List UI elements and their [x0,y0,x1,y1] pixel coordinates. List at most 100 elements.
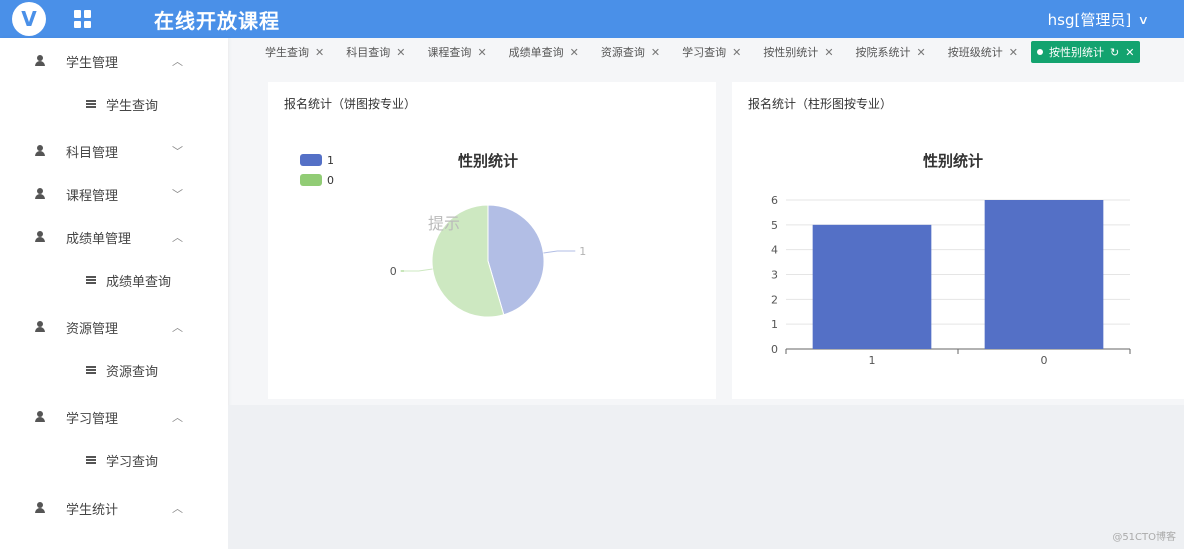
dialog-title: 提示 [428,214,461,233]
bar-chart-title: 性别统计 [923,152,983,170]
tab-bar: 学生查询 ✕ 科目查询 ✕ 课程查询 ✕ 成绩单查询 ✕ 资源查询 ✕ 学习查询 ✕ 按性别… [256,40,1184,64]
legend-swatch-0 [300,174,322,186]
grid-icon[interactable] [74,10,92,28]
sidebar-subitem-study-query[interactable]: 学习查询 [0,443,228,477]
chevron-down-icon: ﹀ [172,145,183,158]
y-tick-label-0: 0 [771,343,778,356]
user-menu[interactable]: hsg[管理员] ∨ [1047,9,1150,30]
close-icon[interactable]: ✕ [1125,46,1134,59]
sidebar-item-label: 学习管理 [66,411,119,427]
sidebar-item-label: 学生统计 [66,502,119,518]
sidebar-item-student-stats[interactable]: 学生统计 ︿ [0,491,228,525]
pie-chart-title: 性别统计 [458,152,518,170]
tab-label: 按性别统计 [1048,46,1104,59]
tab-label: 成绩单查询 [508,46,564,59]
tab-label: 科目查询 [346,46,391,59]
user-name: hsg[管理员] [1047,11,1132,29]
sidebar-item-course-mgmt[interactable]: 课程管理 ﹀ [0,177,228,211]
tab-label: 课程查询 [427,46,472,59]
tab-grade-query[interactable]: 成绩单查询 ✕ [500,41,588,63]
app-title: 在线开放课程 [154,8,280,33]
chevron-down-icon: ∨ [1137,12,1150,27]
tab-label: 学生查询 [265,46,309,59]
sidebar-subitem-label: 学生查询 [106,98,159,114]
tab-label: 学习查询 [682,46,727,59]
user-icon [34,55,46,67]
tab-subject-query[interactable]: 科目查询 ✕ [337,41,414,63]
sidebar-item-label: 学生管理 [66,55,119,71]
sidebar-item-grade-mgmt[interactable]: 成绩单管理 ︿ [0,220,228,254]
legend-label-1: 1 [327,154,334,167]
x-tick-label-1: 1 [869,354,876,367]
bar-0 [984,200,1104,349]
tab-gender-stats[interactable]: 按性别统计 ✕ [754,41,842,63]
top-bar: V 在线开放课程 hsg[管理员] ∨ [0,0,1184,38]
watermark: @51CTO博客 [1112,532,1176,543]
y-tick-label-1: 1 [771,318,778,331]
sidebar: 学生管理 ︿ 学生查询 科目管理 ﹀ 课程管理 ﹀ 成绩单管理 ︿ 成绩单查询 … [0,38,228,549]
list-icon [86,276,96,284]
close-icon[interactable]: ✕ [732,46,741,59]
sidebar-subitem-student-query[interactable]: 学生查询 [0,87,228,121]
legend-label-0: 0 [327,174,334,187]
sidebar-item-resource-mgmt[interactable]: 资源管理 ︿ [0,310,228,344]
user-icon [34,145,46,157]
sidebar-subitem-label: 资源查询 [106,364,159,380]
sidebar-item-label: 课程管理 [66,188,119,204]
tab-label: 按院系统计 [855,46,911,59]
sidebar-item-study-mgmt[interactable]: 学习管理 ︿ [0,400,228,434]
y-tick-label-3: 3 [771,269,778,282]
sidebar-item-label: 成绩单管理 [66,231,132,247]
tab-gender-stats-active[interactable]: 按性别统计 ↻ ✕ [1030,41,1141,63]
sidebar-subitem-grade-query[interactable]: 成绩单查询 [0,263,228,297]
bar-chart: 性别统计 0 1 2 3 4 5 6 1 0 [771,152,1131,367]
list-icon [86,456,96,464]
close-icon[interactable]: ✕ [570,46,579,59]
y-tick-label-5: 5 [771,219,778,232]
tab-label: 按班级统计 [947,46,1003,59]
close-icon[interactable]: ✕ [396,46,405,59]
tab-dept-stats[interactable]: 按院系统计 ✕ [847,41,935,63]
tab-label: 资源查询 [600,46,645,59]
chevron-up-icon: ︿ [172,502,183,515]
sidebar-item-student-mgmt[interactable]: 学生管理 ︿ [0,44,228,78]
chevron-down-icon: ﹀ [172,188,183,201]
pie-data-label-0: 0 [390,265,397,278]
y-tick-label-6: 6 [771,194,778,207]
tab-class-stats[interactable]: 按班级统计 ✕ [939,41,1027,63]
user-icon [34,411,46,423]
bar-card: 报名统计（柱形图按专业） 性别统计 0 1 2 3 4 5 6 1 0 [732,82,1184,399]
y-tick-label-4: 4 [771,244,778,257]
sidebar-subitem-resource-query[interactable]: 资源查询 [0,353,228,387]
tab-label: 按性别统计 [763,46,819,59]
sidebar-item-label: 科目管理 [66,145,119,161]
user-icon [34,231,46,243]
refresh-icon[interactable]: ↻ [1110,46,1119,59]
bar-1 [812,224,932,349]
logo-v-icon: V [12,2,46,36]
user-icon [34,502,46,514]
tab-study-query[interactable]: 学习查询 ✕ [673,41,750,63]
user-icon [34,188,46,200]
close-icon[interactable]: ✕ [315,46,324,59]
close-icon[interactable]: ✕ [824,46,833,59]
chevron-up-icon: ︿ [172,55,183,68]
sidebar-subitem-label: 成绩单查询 [106,274,172,290]
list-icon [86,366,96,374]
sidebar-subitem-label: 学习查询 [106,454,159,470]
legend-swatch-1 [300,154,322,166]
tab-student-query[interactable]: 学生查询 ✕ [256,41,333,63]
user-icon [34,321,46,333]
close-icon[interactable]: ✕ [651,46,660,59]
tab-course-query[interactable]: 课程查询 ✕ [418,41,495,63]
tab-resource-query[interactable]: 资源查询 ✕ [592,41,669,63]
sidebar-item-subject-mgmt[interactable]: 科目管理 ﹀ [0,134,228,168]
chevron-up-icon: ︿ [172,321,183,334]
close-icon[interactable]: ✕ [477,46,486,59]
chevron-up-icon: ︿ [172,411,183,424]
list-icon [86,100,96,108]
close-icon[interactable]: ✕ [1009,46,1018,59]
dialog-overlay: 提示 [404,205,716,333]
close-icon[interactable]: ✕ [917,46,926,59]
x-tick-label-0: 0 [1041,354,1048,367]
